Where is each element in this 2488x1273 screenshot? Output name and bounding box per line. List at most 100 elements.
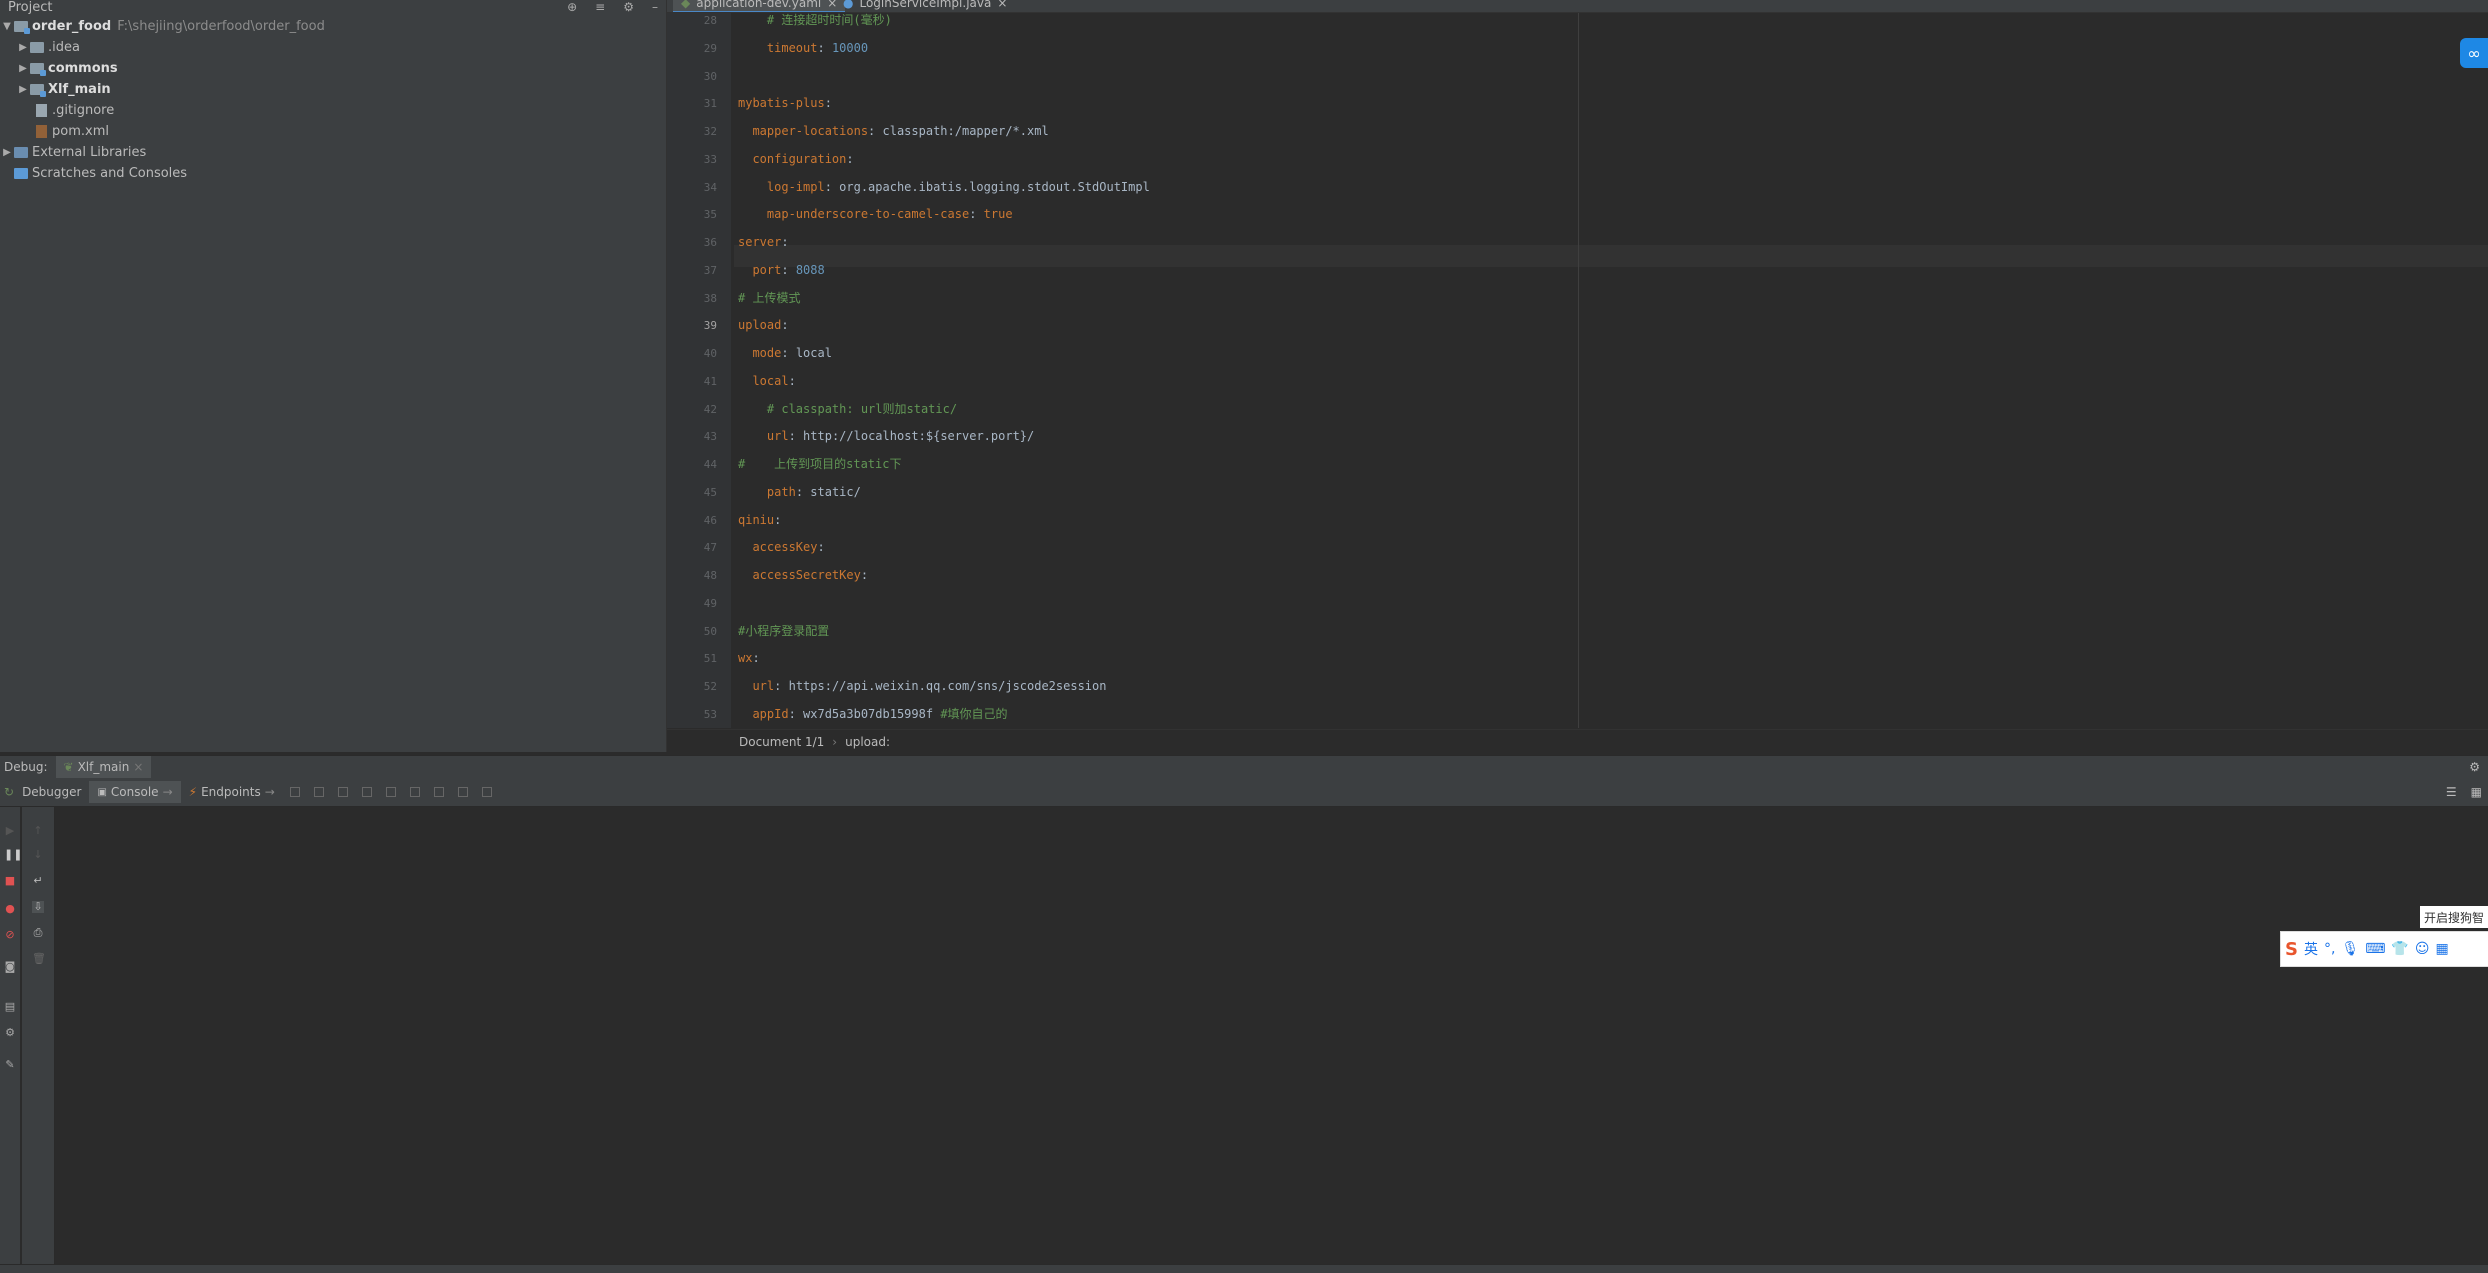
line-number[interactable]: 38 (704, 292, 717, 305)
collapse-icon[interactable]: ≡ (595, 0, 605, 14)
code-line[interactable]: url: https://api.weixin.qq.com/sns/jscod… (738, 675, 1106, 697)
settings-icon[interactable]: ⚙ (4, 1027, 16, 1039)
list-icon[interactable] (289, 787, 300, 797)
gear-icon[interactable]: ⚙ (2469, 760, 2480, 774)
line-number[interactable]: 30 (704, 70, 717, 83)
line-number[interactable]: 31 (704, 97, 717, 110)
ime-lang[interactable]: 英 (2304, 939, 2318, 959)
close-icon[interactable]: × (133, 760, 143, 774)
line-number[interactable]: 39 (704, 319, 717, 332)
line-number[interactable]: 44 (704, 458, 717, 471)
restore-layout-icon[interactable]: ▦ (2471, 785, 2482, 799)
line-number[interactable]: 46 (704, 514, 717, 527)
rerun-icon[interactable]: ↻ (4, 785, 14, 799)
code-editor[interactable]: # 连接超时时间(毫秒) timeout: 10000 mybatis-plus:… (738, 13, 2488, 749)
line-number[interactable]: 41 (704, 375, 717, 388)
line-number[interactable]: 52 (704, 680, 717, 693)
view-breakpoints-icon[interactable]: ● (4, 903, 16, 915)
code-line[interactable]: timeout: 10000 (738, 37, 868, 59)
collapse-arrow-icon[interactable]: ▶ (16, 58, 30, 79)
keyboard-icon[interactable]: ⌨ (2365, 941, 2385, 957)
line-number[interactable]: 53 (704, 708, 717, 721)
tree-item-commons[interactable]: ▶ commons (0, 58, 666, 79)
force-step-into-icon[interactable] (361, 787, 372, 797)
expand-arrow-icon[interactable]: ▼ (0, 16, 14, 37)
code-line[interactable]: mode: local (738, 342, 832, 364)
code-line[interactable]: url: http://localhost:${server.port}/ (738, 425, 1034, 447)
soft-wrap-icon[interactable]: ↵ (32, 875, 44, 887)
line-number[interactable]: 51 (704, 652, 717, 665)
run-to-cursor-icon[interactable] (433, 787, 444, 797)
tab-console[interactable]: ▣ Console → (89, 781, 181, 803)
pin-arrow-icon[interactable]: → (163, 785, 173, 799)
line-number[interactable]: 43 (704, 430, 717, 443)
line-number[interactable]: 35 (704, 208, 717, 221)
breadcrumb-node[interactable]: upload: (845, 735, 890, 749)
code-line[interactable]: mybatis-plus: (738, 92, 832, 114)
tree-item-gitignore[interactable]: .gitignore (0, 100, 666, 121)
line-number[interactable]: 34 (704, 181, 717, 194)
skin-icon[interactable]: 👕 (2391, 941, 2408, 957)
scroll-to-end-icon[interactable]: ⇩ (32, 901, 44, 913)
tree-item-external-libraries[interactable]: ▶ External Libraries (0, 142, 666, 163)
debug-config-tab[interactable]: ❦ Xlf_main × (55, 756, 152, 778)
collapse-arrow-icon[interactable]: ▶ (16, 79, 30, 100)
code-line[interactable]: server: (738, 231, 789, 253)
tree-item-pom[interactable]: pom.xml (0, 121, 666, 142)
resume-icon[interactable]: ▶ (4, 825, 16, 837)
print-icon[interactable]: ⎙ (32, 927, 44, 939)
tree-root[interactable]: ▼ order_food F:\shejiing\orderfood\order… (0, 16, 666, 37)
code-line[interactable]: port: 8088 (738, 259, 824, 281)
camera-icon[interactable]: ◙ (4, 961, 16, 973)
project-header-label[interactable]: Project (8, 0, 52, 15)
tree-item-idea[interactable]: ▶ .idea (0, 37, 666, 58)
evaluate-icon[interactable] (457, 787, 468, 797)
target-icon[interactable]: ⊕ (567, 0, 577, 14)
layout-icon[interactable]: ☰ (2446, 785, 2457, 799)
code-line[interactable]: # 连接超时时间(毫秒) (738, 9, 892, 31)
code-line[interactable]: accessKey: (738, 536, 824, 558)
floating-link-icon[interactable]: ∞ (2460, 38, 2488, 68)
code-line[interactable]: qiniu: (738, 509, 781, 531)
code-line[interactable]: wx: (738, 647, 760, 669)
code-line[interactable]: path: static/ (738, 481, 861, 503)
pin-icon[interactable]: ✎ (4, 1059, 16, 1071)
tree-item-scratches[interactable]: Scratches and Consoles (0, 163, 666, 184)
step-over-icon[interactable] (313, 787, 324, 797)
code-line[interactable]: # 上传模式 (738, 287, 800, 309)
code-line[interactable]: upload: (738, 314, 789, 336)
ime-toolbar[interactable]: S 英 °, 🎙 ⌨ 👕 ☺ ▦ (2280, 931, 2488, 967)
down-arrow-icon[interactable]: ↓ (32, 849, 44, 861)
line-number[interactable]: 33 (704, 153, 717, 166)
tree-item-xlf-main[interactable]: ▶ Xlf_main (0, 79, 666, 100)
code-line[interactable]: configuration: (738, 148, 853, 170)
pause-icon[interactable]: ❚❚ (4, 849, 22, 861)
line-number[interactable]: 32 (704, 125, 717, 138)
pin-arrow-icon[interactable]: → (265, 785, 275, 799)
layout-icon[interactable]: ▤ (4, 1001, 16, 1013)
step-out-icon[interactable] (385, 787, 396, 797)
collapse-arrow-icon[interactable]: ▶ (0, 142, 14, 163)
collapse-arrow-icon[interactable]: ▶ (16, 37, 30, 58)
line-number[interactable]: 29 (704, 42, 717, 55)
line-number[interactable]: 37 (704, 264, 717, 277)
code-line[interactable]: appId: wx7d5a3b07db15998f #填你自己的 (738, 703, 1007, 725)
drop-frame-icon[interactable] (409, 787, 420, 797)
line-number[interactable]: 36 (704, 236, 717, 249)
line-number[interactable]: 49 (704, 597, 717, 610)
clear-all-icon[interactable]: 🗑 (32, 953, 46, 965)
line-number[interactable]: 45 (704, 486, 717, 499)
code-line[interactable]: local: (738, 370, 795, 392)
breadcrumb-document[interactable]: Document 1/1 (739, 735, 824, 749)
mute-breakpoints-icon[interactable]: ⊘ (4, 929, 16, 941)
gear-icon[interactable]: ⚙ (623, 0, 634, 14)
trace-icon[interactable] (481, 787, 492, 797)
code-line[interactable]: map-underscore-to-camel-case: true (738, 203, 1013, 225)
tab-debugger[interactable]: Debugger (14, 781, 89, 803)
stop-icon[interactable]: ■ (4, 875, 16, 887)
code-line[interactable]: # classpath: url则加static/ (738, 398, 957, 420)
line-number[interactable]: 40 (704, 347, 717, 360)
microphone-icon[interactable]: 🎙 (2341, 941, 2359, 957)
code-line[interactable]: #小程序登录配置 (738, 620, 829, 642)
toolbox-icon[interactable]: ▦ (2435, 941, 2448, 957)
